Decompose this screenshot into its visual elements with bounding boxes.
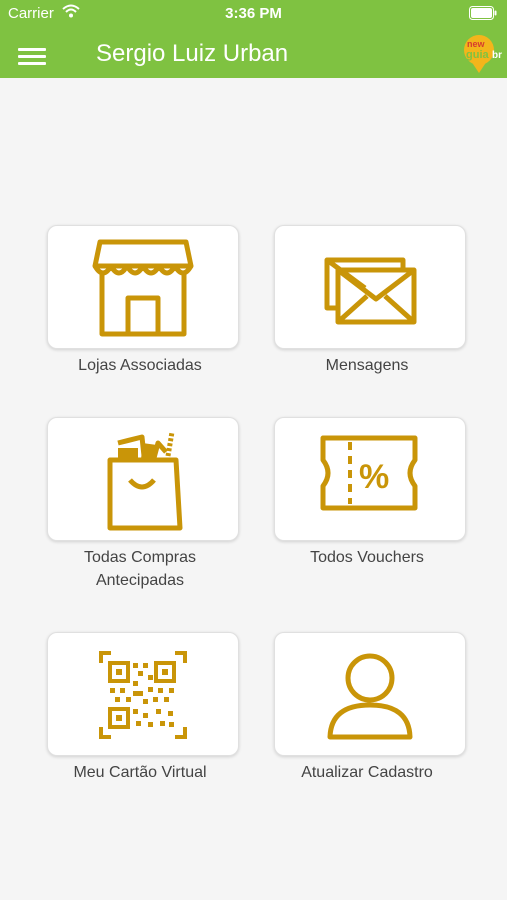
todos-vouchers-button[interactable]: % xyxy=(274,417,466,541)
app-header: Carrier 3:36 PM Sergio Luiz Urban new gu… xyxy=(0,0,507,78)
meu-cartao-virtual-label: Meu Cartão Virtual xyxy=(73,764,207,781)
lojas-associadas-button[interactable] xyxy=(47,225,239,349)
envelopes-icon xyxy=(324,257,417,325)
user-icon xyxy=(327,653,413,740)
battery-icon xyxy=(469,6,497,20)
lojas-associadas-label: Lojas Associadas xyxy=(78,357,202,374)
page-title: Sergio Luiz Urban xyxy=(96,40,289,67)
todas-compras-antecipadas-button[interactable] xyxy=(47,417,239,541)
shopping-bag-icon xyxy=(107,431,183,531)
clock: 3:36 PM xyxy=(225,5,282,22)
guia-logo: new guia br xyxy=(464,35,502,73)
atualizar-cadastro-label: Atualizar Cadastro xyxy=(301,764,433,781)
todos-vouchers-label: Todos Vouchers xyxy=(310,549,424,566)
qr-code-icon xyxy=(99,651,187,739)
svg-text:%: % xyxy=(359,458,389,496)
meu-cartao-virtual-button[interactable] xyxy=(47,632,239,756)
svg-text:br: br xyxy=(492,50,502,61)
mensagens-button[interactable] xyxy=(274,225,466,349)
todas-compras-antecipadas-label: Todas Compras Antecipadas xyxy=(83,549,197,589)
voucher-ticket-icon: % xyxy=(320,435,418,511)
status-bar: Carrier 3:36 PM xyxy=(0,0,507,28)
store-icon xyxy=(92,239,194,337)
mensagens-label: Mensagens xyxy=(325,357,409,374)
hamburger-menu-button[interactable] xyxy=(16,44,50,68)
svg-text:new: new xyxy=(467,39,486,49)
atualizar-cadastro-button[interactable] xyxy=(274,632,466,756)
svg-text:guia: guia xyxy=(466,49,489,61)
